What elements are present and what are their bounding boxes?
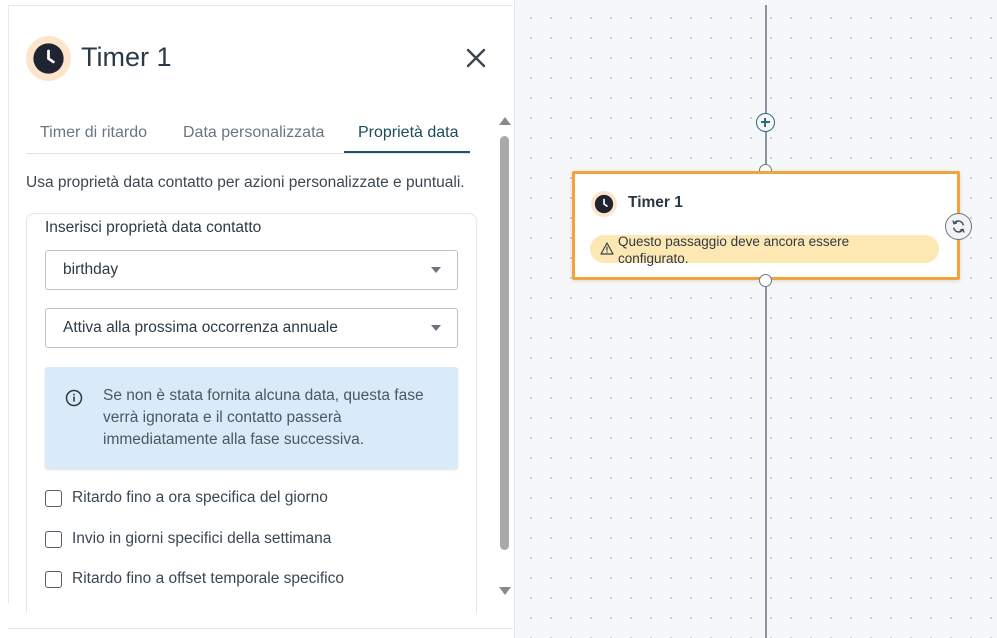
- app-root: Timer 1 Timer di ritardo Data personaliz…: [0, 0, 997, 638]
- tab-date-property[interactable]: Proprietà data: [358, 124, 459, 142]
- warning-icon: [600, 242, 614, 255]
- info-icon: [65, 389, 83, 407]
- sync-icon[interactable]: [945, 213, 972, 240]
- panel-border: [8, 5, 9, 603]
- scroll-down-arrow[interactable]: [499, 587, 511, 595]
- panel-title: Timer 1: [81, 42, 172, 72]
- checkbox-specific-weekdays[interactable]: Invio in giorni specifici della settiman…: [45, 528, 331, 550]
- chevron-down-icon: [431, 325, 441, 331]
- checkbox[interactable]: [45, 489, 62, 507]
- clock-icon: [26, 36, 71, 81]
- checkbox-label: Ritardo fino a ora specifica del giorno: [72, 489, 328, 506]
- checkbox-label: Invio in giorni specifici della settiman…: [72, 530, 332, 547]
- panel-border: [8, 5, 513, 6]
- node-output-port[interactable]: [759, 274, 772, 287]
- active-tab-indicator: [344, 151, 470, 153]
- checkbox-delay-until-time[interactable]: Ritardo fino a ora specifica del giorno: [45, 487, 328, 509]
- chevron-down-icon: [431, 267, 441, 273]
- section-label: Inserisci proprietà data contatto: [45, 219, 262, 236]
- warning-badge: Questo passaggio deve ancora essere conf…: [590, 234, 939, 266]
- checkbox[interactable]: [45, 570, 62, 588]
- select-value: Attiva alla prossima occorrenza annuale: [63, 319, 338, 336]
- tab-custom-date[interactable]: Data personalizzata: [183, 124, 324, 142]
- warning-text: Questo passaggio deve ancora essere conf…: [618, 234, 850, 266]
- workflow-canvas[interactable]: Timer 1 Questo passaggio deve ancora ess…: [515, 0, 997, 638]
- flow-connector: [765, 5, 767, 638]
- info-text: Se non è stata fornita alcuna data, ques…: [103, 387, 424, 448]
- timer-node[interactable]: Timer 1 Questo passaggio deve ancora ess…: [572, 171, 960, 280]
- checkbox-label: Ritardo fino a offset temporale specific…: [72, 570, 344, 587]
- date-property-select[interactable]: birthday: [45, 250, 458, 290]
- scroll-thumb[interactable]: [500, 136, 509, 550]
- clock-icon: [591, 191, 617, 217]
- close-icon[interactable]: [462, 44, 490, 72]
- info-callout: Se non è stata fornita alcuna data, ques…: [45, 367, 458, 469]
- panel-border: [8, 628, 513, 629]
- checkbox[interactable]: [45, 530, 62, 548]
- tab-delay-timer[interactable]: Timer di ritardo: [40, 124, 147, 142]
- tab-bar: Timer di ritardo Data personalizzata Pro…: [26, 114, 470, 154]
- panel-description: Usa proprietà data contatto per azioni p…: [26, 174, 465, 191]
- timer-settings-panel: Timer 1 Timer di ritardo Data personaliz…: [0, 0, 515, 638]
- scrollbar[interactable]: [497, 117, 513, 601]
- select-value: birthday: [63, 261, 119, 278]
- node-title: Timer 1: [628, 194, 683, 211]
- trigger-mode-select[interactable]: Attiva alla prossima occorrenza annuale: [45, 308, 458, 348]
- plus-circle-icon[interactable]: [756, 113, 775, 132]
- checkbox-time-offset[interactable]: Ritardo fino a offset temporale specific…: [45, 568, 344, 590]
- scroll-up-arrow[interactable]: [499, 117, 511, 125]
